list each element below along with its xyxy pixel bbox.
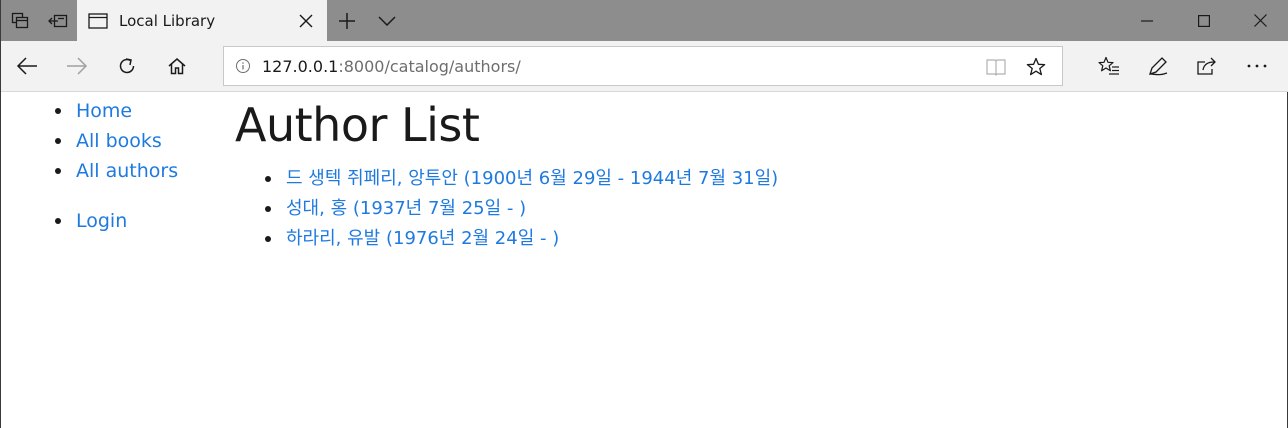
back-arrow-icon[interactable] — [7, 47, 47, 85]
bullet — [55, 108, 61, 114]
pen-notes-icon[interactable] — [1138, 47, 1178, 85]
minimize-icon[interactable] — [1118, 0, 1175, 41]
author-link[interactable]: 성대, 홍 (1937년 7월 25일 - ) — [286, 194, 526, 224]
list-item: 성대, 홍 (1937년 7월 25일 - ) — [265, 194, 778, 224]
bullet — [55, 218, 61, 224]
reading-view-icon[interactable] — [984, 56, 1008, 78]
url-host: 127.0.0.1 — [262, 56, 339, 76]
author-link[interactable]: 하라리, 유발 (1976년 2월 24일 - ) — [286, 224, 559, 254]
tab-strip: Local Library — [1, 0, 1288, 41]
all-books-link[interactable]: All books — [76, 126, 162, 156]
bullet — [265, 176, 271, 182]
bullet — [55, 138, 61, 144]
page-icon — [87, 12, 109, 30]
sidebar-item-all-authors: All authors — [51, 156, 178, 186]
window-controls — [1118, 0, 1288, 41]
refresh-icon[interactable] — [107, 47, 147, 85]
share-icon[interactable] — [1187, 47, 1227, 85]
list-item: 하라리, 유발 (1976년 2월 24일 - ) — [265, 224, 778, 254]
tabs-aside-icon[interactable] — [1, 0, 39, 41]
favorites-list-icon[interactable] — [1089, 47, 1129, 85]
sidebar-item-all-books: All books — [51, 126, 178, 156]
home-link[interactable]: Home — [76, 96, 132, 126]
author-list: 드 생텍 쥐페리, 앙투안 (1900년 6월 29일 - 1944년 7월 3… — [265, 164, 778, 254]
forward-arrow-icon[interactable] — [57, 47, 97, 85]
navigation-bar: 127.0.0.1:8000/catalog/authors/ — [1, 41, 1288, 92]
sidebar-item-home: Home — [51, 96, 178, 126]
tab-title: Local Library — [119, 11, 216, 30]
new-tab-icon[interactable] — [327, 0, 367, 41]
tab-local-library[interactable]: Local Library — [77, 0, 327, 41]
info-icon[interactable] — [224, 47, 262, 85]
address-bar[interactable]: 127.0.0.1:8000/catalog/authors/ — [223, 46, 1063, 86]
favorite-star-icon[interactable] — [1024, 55, 1048, 79]
browser-window: Local Library 127.0.0.1:8000/catalog/aut… — [0, 0, 1288, 428]
login-link[interactable]: Login — [76, 206, 127, 236]
home-icon[interactable] — [157, 47, 197, 85]
close-window-icon[interactable] — [1232, 0, 1288, 41]
all-authors-link[interactable]: All authors — [76, 156, 178, 186]
author-link[interactable]: 드 생텍 쥐페리, 앙투안 (1900년 6월 29일 - 1944년 7월 3… — [286, 164, 778, 194]
page-content: Home All books All authors Login Author … — [1, 92, 1287, 428]
chevron-down-icon[interactable] — [367, 0, 407, 41]
list-item: 드 생텍 쥐페리, 앙투안 (1900년 6월 29일 - 1944년 7월 3… — [265, 164, 778, 194]
close-tab-icon[interactable] — [295, 10, 317, 32]
page-title: Author List — [235, 98, 480, 152]
bullet — [265, 206, 271, 212]
sidebar-item-login: Login — [51, 206, 178, 236]
maximize-icon[interactable] — [1175, 0, 1232, 41]
url-path: :8000/catalog/authors/ — [338, 56, 521, 76]
sidebar-nav: Home All books All authors Login — [51, 96, 178, 236]
url-text[interactable]: 127.0.0.1:8000/catalog/authors/ — [262, 57, 521, 76]
bullet — [265, 236, 271, 242]
more-options-icon[interactable] — [1237, 47, 1277, 85]
bullet — [55, 168, 61, 174]
set-tabs-aside-icon[interactable] — [39, 0, 77, 41]
